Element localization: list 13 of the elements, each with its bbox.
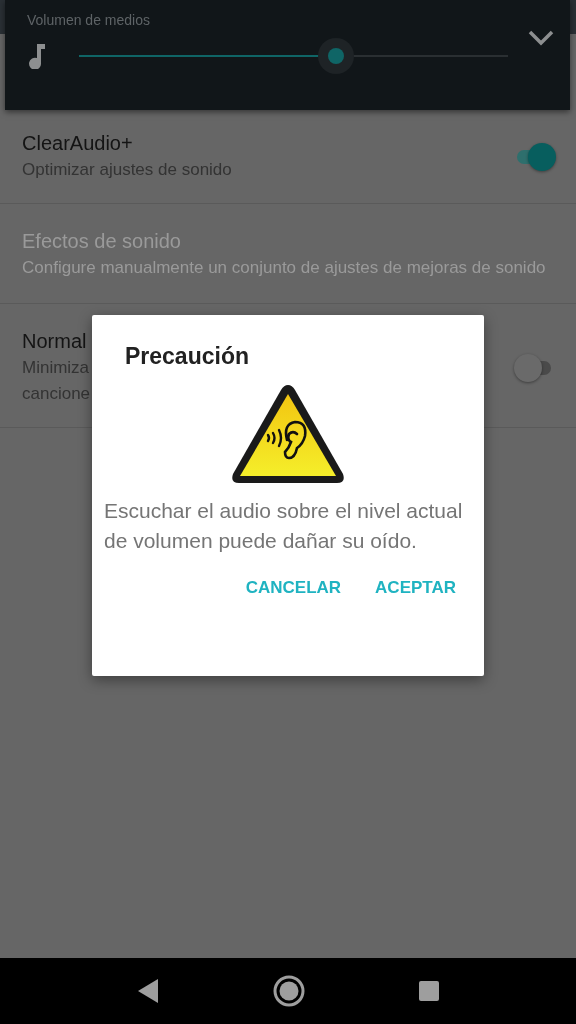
ear-warning-icon (229, 382, 347, 486)
home-icon[interactable] (273, 975, 305, 1007)
chevron-down-icon[interactable] (528, 30, 554, 46)
setting-title: ClearAudio+ (22, 132, 134, 155)
warning-message: Escuchar el audio sobre el nivel actual de volumen puede dañar su oído. (104, 498, 464, 554)
volume-label: Volumen de medios (27, 12, 151, 28)
dialog-title: Precaución (125, 343, 250, 370)
setting-title: Normal (22, 330, 88, 353)
accept-button[interactable]: ACEPTAR (363, 570, 468, 606)
volume-slider[interactable] (79, 38, 508, 74)
cancel-button[interactable]: CANCELAR (233, 570, 354, 606)
back-icon[interactable] (137, 978, 159, 1004)
music-note-icon (27, 43, 45, 69)
